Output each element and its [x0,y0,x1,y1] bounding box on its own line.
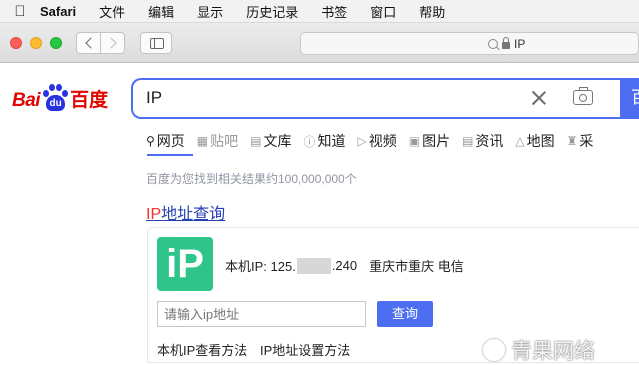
tab-images[interactable]: ▣ 图片 [409,130,450,152]
tab-web[interactable]: ⚲ 网页 [146,130,185,152]
tab-zhidao-label: 知道 [317,133,346,149]
result-count: 百度为您找到相关结果约100,000,000个 [146,172,357,186]
result-title-highlight: IP [146,206,162,223]
shopping-icon: ♜ [566,134,578,148]
menu-view[interactable]: 显示 [197,2,223,21]
news-icon: ▤ [462,134,474,148]
search-icon: ⚲ [146,134,155,148]
tab-tieba-label: 贴吧 [210,133,239,149]
tab-wenku-label: 文库 [263,133,292,149]
chevron-left-icon [85,37,97,49]
link-ip-setting[interactable]: IP地址设置方法 [260,340,350,359]
ip-address-input[interactable] [157,301,366,327]
menu-file[interactable]: 文件 [99,2,125,21]
menu-safari[interactable]: Safari [40,4,76,19]
menu-bar:  Safari 文件 编辑 显示 历史记录 书签 窗口 帮助 [0,0,639,23]
search-icon [488,39,498,49]
tab-zhidao[interactable]: ⓘ 知道 [303,130,345,152]
tab-map[interactable]: △ 地图 [515,130,554,152]
tab-web-label: 网页 [156,133,185,149]
document-icon: ▤ [250,134,262,148]
ip-location: 重庆市重庆 电信 [369,259,464,274]
watermark-text: 青果网络 [511,340,595,363]
tab-video-label: 视频 [368,133,397,149]
map-icon: △ [515,134,525,148]
close-icon[interactable] [531,90,547,106]
tab-shopping[interactable]: ♜ 采 [567,130,594,152]
search-tabs: ⚲ 网页 ▦ 贴吧 ▤ 文库 ⓘ 知道 ▷ 视频 ▣ 图片 ▤ 资讯 △ 地图 ♜ 采 [146,130,605,152]
zoom-window-button[interactable] [50,37,62,49]
tab-video[interactable]: ▷ 视频 [358,130,397,152]
forward-button[interactable] [100,32,125,54]
ip-icon: iP [157,237,213,291]
minimize-window-button[interactable] [30,37,42,49]
logo-text-bai: Bai [12,90,41,111]
ip-query-button[interactable]: 查询 [377,301,433,327]
local-ip-line: 本机IP: 125. .240 重庆市重庆 电信 [225,256,464,275]
close-window-button[interactable] [10,37,22,49]
image-icon: ▣ [408,134,421,148]
search-button[interactable]: 百 [620,78,639,119]
menu-edit[interactable]: 编辑 [148,2,174,21]
tab-map-label: 地图 [526,133,555,149]
active-tab-indicator [147,154,193,156]
baidu-logo[interactable]: Bai du 百度 [12,82,108,112]
result-title-rest: 地址查询 [161,206,226,223]
menu-history[interactable]: 历史记录 [246,2,298,21]
video-icon: ▷ [357,134,367,148]
chevron-right-icon [105,37,117,49]
search-input[interactable]: IP [146,88,162,108]
apple-menu-icon[interactable]:  [0,3,40,20]
menu-bookmarks[interactable]: 书签 [321,2,347,21]
address-text: IP [514,37,526,51]
logo-text-baidu-cn: 百度 [70,90,109,111]
watermark: 青果网络 [483,335,595,365]
search-box[interactable]: IP [131,78,631,119]
result-title-link[interactable]: IP地址查询 [146,200,225,224]
menu-help[interactable]: 帮助 [419,2,445,21]
ip-tail: .240 [331,258,358,273]
ip-redaction [296,257,331,274]
tab-shopping-label: 采 [579,133,594,149]
camera-icon[interactable] [573,87,593,105]
paw-icon: du [41,84,69,112]
lock-icon [502,37,510,49]
link-local-ip-check[interactable]: 本机IP查看方法 [157,340,247,359]
tab-news[interactable]: ▤ 资讯 [462,130,503,152]
sidebar-toggle-button[interactable] [140,32,172,54]
logo-text-du: du [46,95,66,111]
sidebar-icon [150,38,164,49]
menu-window[interactable]: 窗口 [370,2,396,21]
back-button[interactable] [76,32,101,54]
address-bar[interactable]: IP [300,32,639,55]
ip-label: 本机IP: 125. [225,259,296,274]
tieba-icon: ▦ [196,134,209,148]
question-icon: ⓘ [303,134,316,149]
tab-images-label: 图片 [422,133,451,149]
watermark-logo-icon [483,339,505,361]
tab-wenku[interactable]: ▤ 文库 [250,130,291,152]
tab-tieba[interactable]: ▦ 贴吧 [197,130,238,152]
tab-news-label: 资讯 [475,133,504,149]
